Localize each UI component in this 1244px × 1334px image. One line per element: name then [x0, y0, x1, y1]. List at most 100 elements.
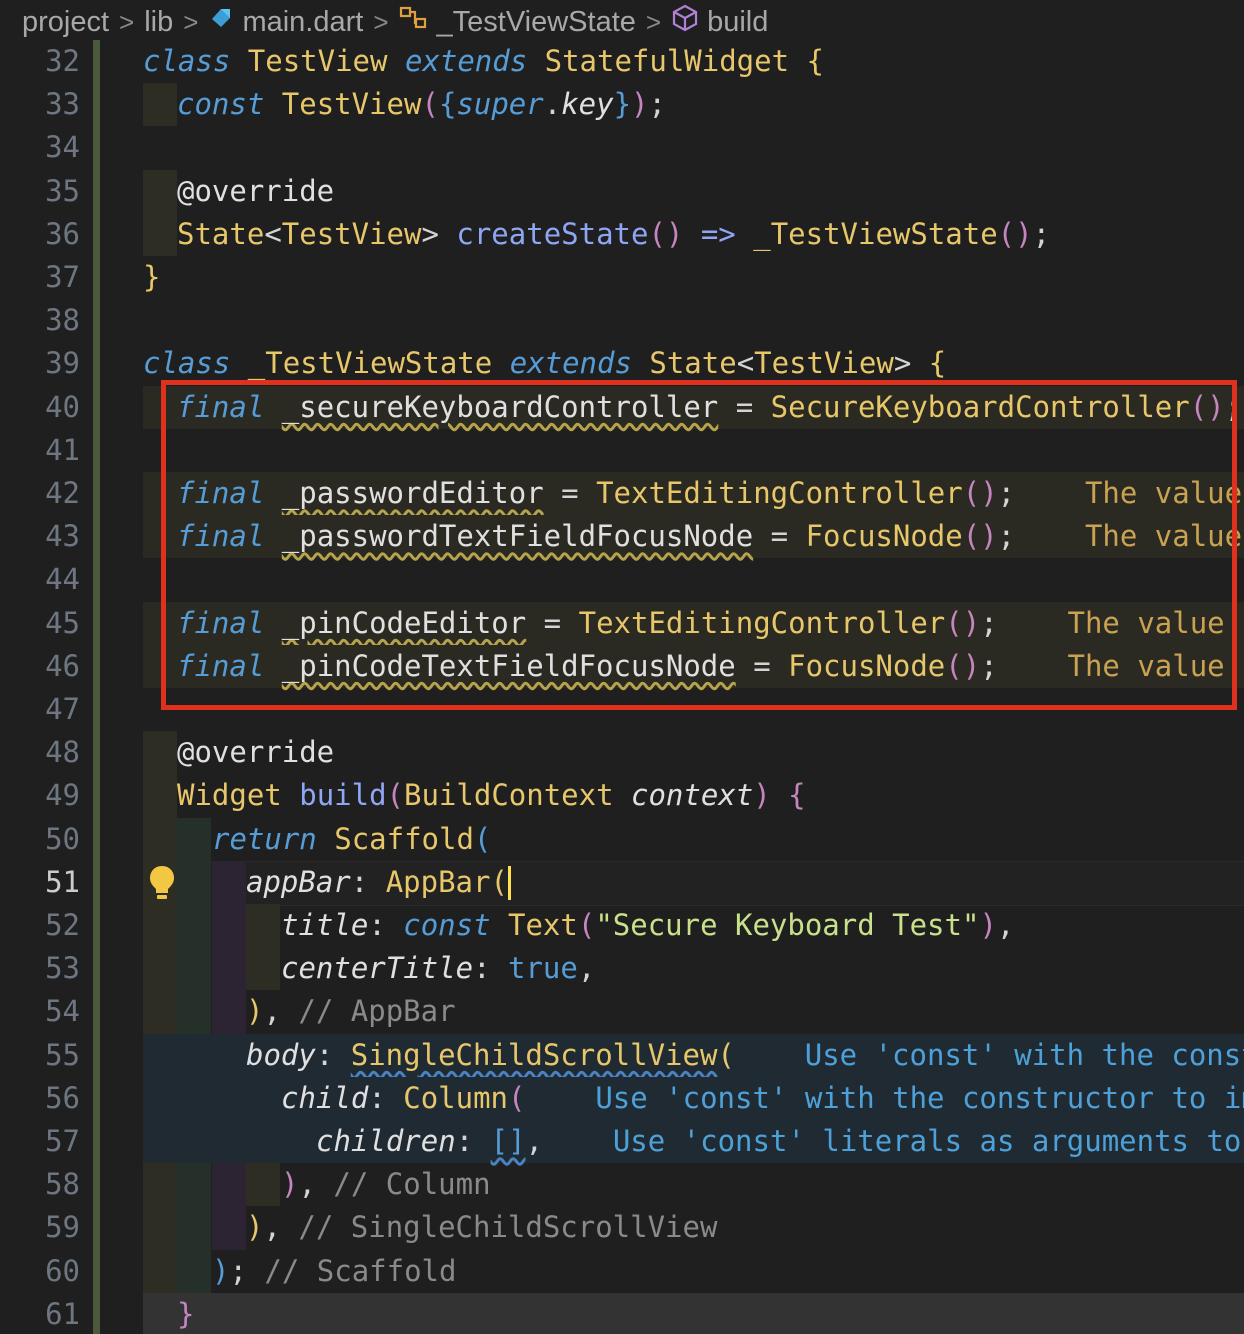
code-line[interactable]: 40 final _secureKeyboardController = Sec… — [0, 385, 1244, 429]
line-number: 38 — [45, 303, 80, 338]
code-text: body: SingleChildScrollView( Use 'const'… — [246, 1034, 1244, 1077]
code-line[interactable]: 41 — [0, 429, 1244, 472]
text-cursor — [508, 866, 511, 900]
diagnostic-hint: The value — [1084, 476, 1243, 510]
code-line[interactable]: 35 @override — [0, 169, 1244, 213]
line-number: 52 — [45, 908, 80, 942]
diagnostic-hint: The value c — [1067, 648, 1244, 683]
breadcrumb-label: main.dart — [242, 5, 364, 38]
lightbulb-icon[interactable] — [148, 864, 176, 902]
code-text: const TestView({super.key}); — [177, 87, 666, 122]
code-text: title: const Text("Secure Keyboard Test"… — [281, 908, 1015, 942]
code-line[interactable]: 36 State<TestView> createState() => _Tes… — [0, 212, 1244, 256]
line-number: 48 — [45, 735, 80, 770]
code-text: appBar: AppBar( — [246, 864, 508, 899]
line-number: 40 — [45, 389, 80, 424]
chevron-right-icon: > — [373, 6, 389, 37]
code-line[interactable]: 47 — [0, 688, 1244, 731]
code-line[interactable]: 60 ); // Scaffold — [0, 1249, 1244, 1293]
breadcrumb-item-method[interactable]: build — [671, 4, 768, 40]
code-text: final _passwordTextFieldFocusNode = Focu… — [177, 519, 1243, 554]
code-line[interactable]: 53 centerTitle: true, — [0, 947, 1244, 991]
code-line[interactable]: 48 @override — [0, 731, 1244, 775]
code-line[interactable]: 57 children: [], Use 'const' literals as… — [0, 1120, 1244, 1164]
breadcrumb-item-lib[interactable]: lib — [144, 6, 173, 39]
chevron-right-icon: > — [183, 6, 199, 37]
code-text: class TestView extends StatefulWidget { — [143, 44, 824, 78]
code-line[interactable]: 55 body: SingleChildScrollView( Use 'con… — [0, 1033, 1244, 1077]
code-line[interactable]: 59 ), // SingleChildScrollView — [0, 1206, 1244, 1250]
code-text: ), // AppBar — [246, 994, 456, 1029]
breadcrumb: project > lib > main.dart > _TestViewSta… — [0, 0, 1244, 44]
line-number: 49 — [45, 778, 80, 813]
code-line[interactable]: 58 ), // Column — [0, 1163, 1244, 1207]
line-number: 46 — [45, 648, 80, 683]
line-number: 56 — [45, 1080, 80, 1115]
line-number: 35 — [45, 173, 80, 208]
breadcrumb-label: build — [707, 5, 769, 38]
chevron-right-icon: > — [645, 6, 662, 37]
line-number: 54 — [45, 994, 80, 1029]
line-number: 41 — [45, 432, 80, 467]
code-line[interactable]: 44 — [0, 558, 1244, 601]
method-symbol-icon — [671, 4, 699, 40]
code-line[interactable]: 38 — [0, 299, 1244, 342]
line-number: 53 — [45, 951, 80, 986]
code-text: @override — [177, 735, 335, 770]
code-line[interactable]: 52 title: const Text("Secure Keyboard Te… — [0, 904, 1244, 948]
line-number: 37 — [45, 260, 80, 294]
code-line[interactable]: 46 final _pinCodeTextFieldFocusNode = Fo… — [0, 644, 1244, 688]
line-number: 47 — [45, 692, 80, 726]
code-line[interactable]: 39 class _TestViewState extends State<Te… — [0, 342, 1244, 385]
code-text: ); // Scaffold — [212, 1253, 457, 1288]
diagnostic-hint: Use 'const' with the const — [804, 1037, 1244, 1072]
code-text: class _TestViewState extends State<TestV… — [143, 346, 947, 381]
diagnostic-hint: The value c — [1067, 605, 1244, 640]
code-line[interactable]: 37 } — [0, 256, 1244, 299]
line-number: 51 — [45, 864, 80, 899]
code-text: children: [], Use 'const' literals as ar… — [316, 1124, 1242, 1158]
line-number: 58 — [45, 1167, 80, 1202]
breadcrumb-item-file[interactable]: main.dart — [208, 5, 363, 39]
line-number: 50 — [45, 821, 80, 856]
code-line[interactable]: 61 } — [0, 1292, 1244, 1334]
code-line-active[interactable]: 51 appBar: AppBar( — [0, 860, 1244, 906]
line-number: 33 — [45, 87, 80, 122]
line-number: 39 — [45, 346, 80, 381]
code-text: State<TestView> createState() => _TestVi… — [177, 216, 1051, 251]
code-line[interactable]: 34 — [0, 126, 1244, 169]
code-line[interactable]: 56 child: Column( Use 'const' with the c… — [0, 1076, 1244, 1120]
code-text: return Scaffold( — [212, 821, 492, 856]
code-line[interactable]: 32 class TestView extends StatefulWidget… — [0, 40, 1244, 83]
code-text: final _pinCodeTextFieldFocusNode = Focus… — [177, 645, 1244, 688]
breadcrumb-label: project — [22, 5, 110, 38]
dart-file-icon — [208, 5, 234, 39]
line-number: 34 — [45, 130, 80, 165]
code-text: } — [177, 1296, 195, 1331]
breadcrumb-label: _TestViewState — [436, 5, 636, 38]
code-text: child: Column( Use 'const' with the cons… — [281, 1077, 1244, 1120]
diagnostic-hint: Use 'const' literals as arguments to — [612, 1124, 1242, 1158]
chevron-right-icon: > — [119, 6, 135, 37]
code-line[interactable]: 43 final _passwordTextFieldFocusNode = F… — [0, 515, 1244, 559]
code-line[interactable]: 45 final _pinCodeEditor = TextEditingCon… — [0, 601, 1244, 645]
line-number: 55 — [45, 1037, 80, 1072]
breadcrumb-label: lib — [144, 5, 174, 38]
code-text: @override — [177, 173, 335, 208]
breadcrumb-item-class[interactable]: _TestViewState — [399, 5, 636, 39]
code-line[interactable]: 42 final _passwordEditor = TextEditingCo… — [0, 472, 1244, 516]
code-text: final _secureKeyboardController = Secure… — [177, 389, 1243, 424]
line-number: 61 — [45, 1296, 80, 1331]
breadcrumb-item-project[interactable]: project — [22, 6, 109, 39]
code-line[interactable]: 33 const TestView({super.key}); — [0, 83, 1244, 127]
code-line[interactable]: 50 return Scaffold( — [0, 817, 1244, 861]
code-line[interactable]: 54 ), // AppBar — [0, 990, 1244, 1034]
code-line[interactable]: 49 Widget build(BuildContext context) { — [0, 774, 1244, 818]
line-number: 60 — [45, 1253, 80, 1288]
code-editor[interactable]: 32 class TestView extends StatefulWidget… — [0, 40, 1244, 1334]
line-number: 36 — [45, 216, 80, 251]
line-number: 44 — [45, 562, 80, 597]
line-number: 45 — [45, 605, 80, 640]
code-text: Widget build(BuildContext context) { — [177, 778, 806, 813]
line-number: 57 — [45, 1124, 80, 1158]
